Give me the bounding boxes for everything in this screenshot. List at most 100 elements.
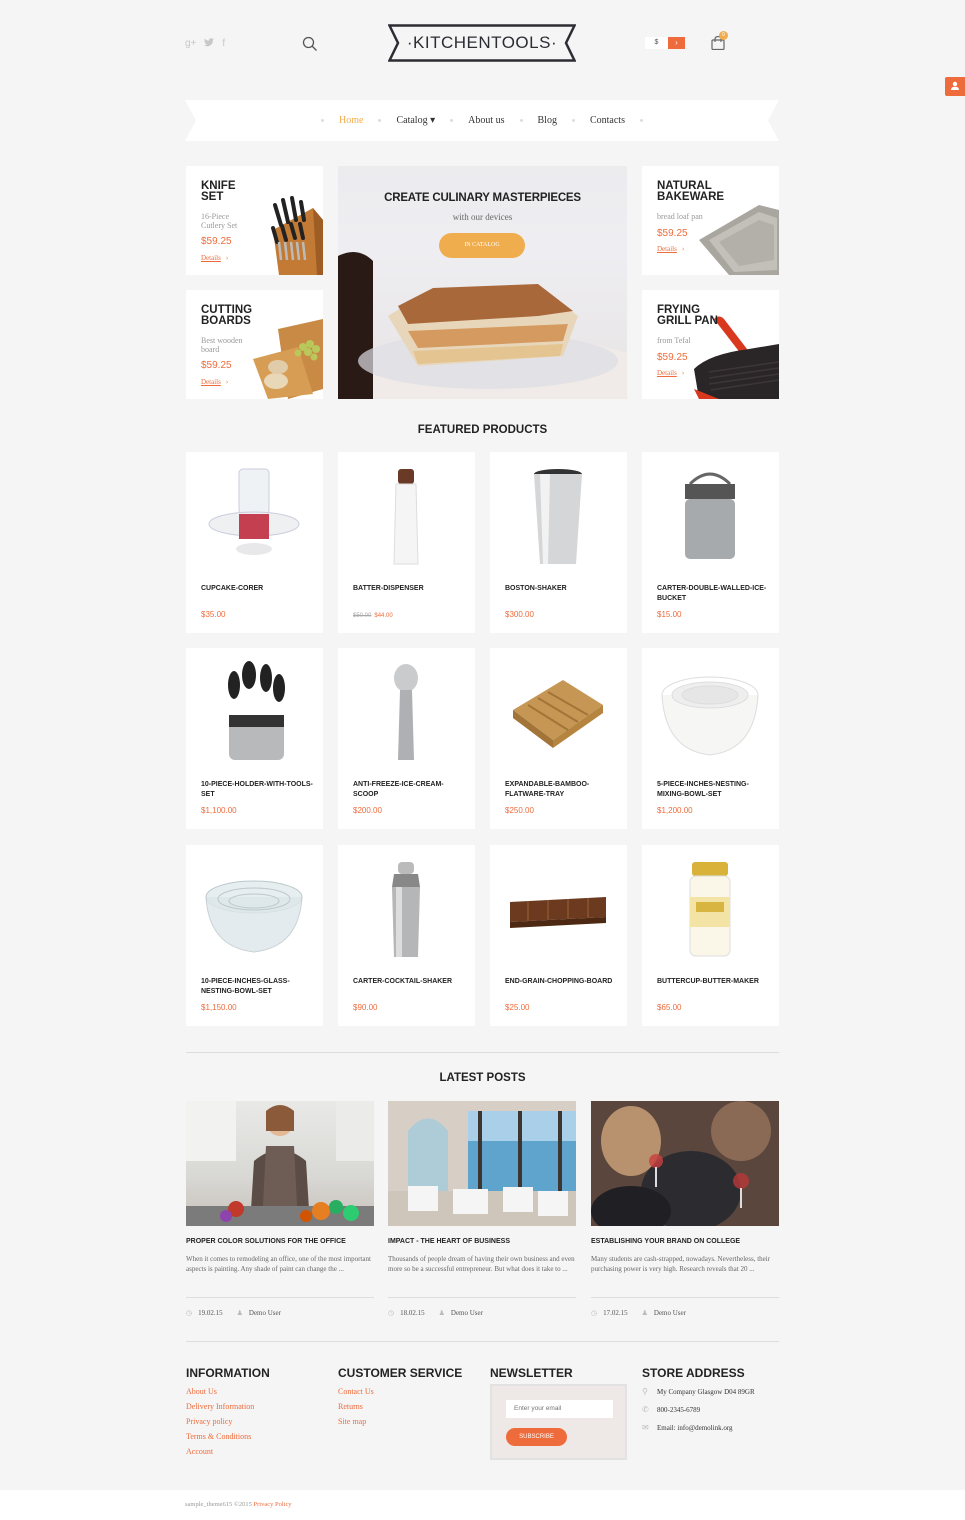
footer-link-account[interactable]: Account [186,1444,270,1459]
product-card[interactable]: CARTER-DOUBLE-WALLED-ICE-BUCKET $15.00 [642,452,779,633]
post-title[interactable]: IMPACT - THE HEART OF BUSINESS [388,1238,510,1245]
product-name[interactable]: 10-PIECE-INCHES-GLASS-NESTING-BOWL-SET [201,977,316,997]
site-logo[interactable]: ·KITCHENTOOLS· [388,24,576,62]
footer-link-about-us[interactable]: About Us [186,1384,270,1399]
cart-count-badge: 0 [719,31,728,40]
twitter-icon[interactable] [204,38,215,50]
promo-natural-bakeware[interactable]: NATURAL BAKEWARE bread loaf pan $59.25 D… [642,166,779,275]
privacy-policy-link[interactable]: Privacy Policy [253,1501,291,1508]
product-name[interactable]: BOSTON-SHAKER [505,584,620,594]
post-image[interactable] [186,1101,374,1226]
product-name[interactable]: BUTTERCUP-BUTTER-MAKER [657,977,772,987]
product-card[interactable]: BOSTON-SHAKER $300.00 [490,452,627,633]
product-image[interactable] [356,464,456,572]
nav-home[interactable]: Home [339,115,363,126]
product-image[interactable] [508,660,608,768]
product-card[interactable]: CARTER-COCKTAIL-SHAKER $90.00 [338,845,475,1026]
clock-icon: ◷ [591,1309,598,1317]
product-image[interactable] [508,857,608,965]
nav-blog[interactable]: Blog [538,115,557,126]
facebook-icon[interactable]: f [222,38,225,50]
footer-link-privacy-policy[interactable]: Privacy policy [186,1414,270,1429]
post-divider [186,1297,374,1298]
promo-knife-set[interactable]: KNIFE SET 16-Piece Cutlery Set $59.25 De… [186,166,323,275]
newsletter-form: SUBSCRIBE [490,1384,627,1460]
product-name[interactable]: ANTI-FREEZE-ICE-CREAM-SCOOP [353,780,468,800]
currency-switcher[interactable]: $ › [645,37,685,49]
footer-link-delivery-information[interactable]: Delivery Information [186,1399,270,1414]
post-image[interactable] [591,1101,779,1226]
product-price: $35.00 [201,610,226,619]
product-name[interactable]: EXPANDABLE-BAMBOO-FLATWARE-TRAY [505,780,620,800]
footer-link-contact-us[interactable]: Contact Us [338,1384,462,1399]
footer-customer-service: CUSTOMER SERVICE Contact Us Returns Site… [338,1366,462,1429]
subscribe-button[interactable]: SUBSCRIBE [506,1428,567,1446]
product-price: $15.00 [657,610,682,619]
promo-title: NATURAL BAKEWARE [657,180,725,203]
product-card[interactable]: EXPANDABLE-BAMBOO-FLATWARE-TRAY $250.00 [490,648,627,829]
hero-banner: CREATE CULINARY MASTERPIECES with our de… [338,166,627,399]
product-name[interactable]: CARTER-COCKTAIL-SHAKER [353,977,468,987]
product-card[interactable]: ANTI-FREEZE-ICE-CREAM-SCOOP $200.00 [338,648,475,829]
product-card[interactable]: BUTTERCUP-BUTTER-MAKER $65.00 [642,845,779,1026]
store-email[interactable]: Email: info@demolink.org [657,1424,733,1432]
search-icon[interactable] [302,36,318,52]
product-image[interactable] [204,464,304,572]
promo-frying-grill-pan[interactable]: FRYING GRILL PAN from Tefal $59.25 Detai… [642,290,779,399]
product-name[interactable]: CARTER-DOUBLE-WALLED-ICE-BUCKET [657,584,772,604]
in-catalog-button[interactable]: IN CATALOG [439,233,525,258]
product-card[interactable]: BATTER-DISPENSER $50.00 $44.00 [338,452,475,633]
newsletter-email-input[interactable] [506,1400,613,1418]
product-card[interactable]: 5-PIECE-INCHES-NESTING-MIXING-BOWL-SET $1… [642,648,779,829]
product-card[interactable]: END-GRAIN-CHOPPING-BOARD $25.00 [490,845,627,1026]
product-name[interactable]: CUPCAKE-CORER [201,584,316,594]
chevron-right-icon[interactable]: › [668,37,685,49]
post-author[interactable]: Demo User [654,1309,686,1317]
post-image[interactable] [388,1101,576,1226]
google-plus-icon[interactable]: g+ [185,38,196,50]
product-name[interactable]: 10-PIECE-HOLDER-WITH-TOOLS-SET [201,780,316,800]
promo-details-link[interactable]: Details › [657,369,684,377]
promo-subtitle: bread loaf pan [657,212,703,221]
promo-details-link[interactable]: Details › [201,378,228,386]
product-image[interactable] [508,464,608,572]
product-image[interactable] [660,660,760,768]
user-icon [951,81,959,90]
product-name[interactable]: END-GRAIN-CHOPPING-BOARD [505,977,620,987]
post-title[interactable]: PROPER COLOR SOLUTIONS FOR THE OFFICE [186,1238,346,1245]
product-price: $250.00 [505,806,534,815]
post-title[interactable]: ESTABLISHING YOUR BRAND ON COLLEGE [591,1238,740,1245]
post-meta: ◷ 18.02.15 ♟ Demo User [388,1309,483,1317]
product-name[interactable]: 5-PIECE-INCHES-NESTING-MIXING-BOWL-SET [657,780,772,800]
footer-link-returns[interactable]: Returns [338,1399,462,1414]
account-button[interactable] [945,77,965,96]
product-name[interactable]: BATTER-DISPENSER [353,584,468,594]
nav-divider [519,119,523,122]
copyright: sample_theme615 ©2015 Privacy Policy [185,1501,292,1508]
product-card[interactable]: CUPCAKE-CORER $35.00 [186,452,323,633]
promo-cutting-boards[interactable]: CUTTING BOARDS Best wooden board $59.25 … [186,290,323,399]
product-image[interactable] [204,660,304,768]
post-date: 18.02.15 [400,1309,425,1317]
product-card[interactable]: 10-PIECE-HOLDER-WITH-TOOLS-SET $1,100.00 [186,648,323,829]
post-divider [388,1297,576,1298]
nav-contacts[interactable]: Contacts [590,115,625,126]
blog-post: ESTABLISHING YOUR BRAND ON COLLEGE Many … [591,1101,779,1317]
product-image[interactable] [356,857,456,965]
product-image[interactable] [356,660,456,768]
product-image[interactable] [204,857,304,965]
promo-details-link[interactable]: Details › [201,254,228,262]
post-author[interactable]: Demo User [249,1309,281,1317]
nav-catalog[interactable]: Catalog ▾ [396,115,435,126]
nav-about-us[interactable]: About us [468,115,504,126]
post-author[interactable]: Demo User [451,1309,483,1317]
nav-divider [639,119,643,122]
footer-link-terms-conditions[interactable]: Terms & Conditions [186,1429,270,1444]
hero-subtitle: with our devices [452,212,513,222]
knife-block-image [255,180,323,275]
promo-details-link[interactable]: Details › [657,245,684,253]
product-image[interactable] [660,464,760,572]
product-image[interactable] [660,857,760,965]
product-card[interactable]: 10-PIECE-INCHES-GLASS-NESTING-BOWL-SET $1… [186,845,323,1026]
footer-link-site-map[interactable]: Site map [338,1414,462,1429]
